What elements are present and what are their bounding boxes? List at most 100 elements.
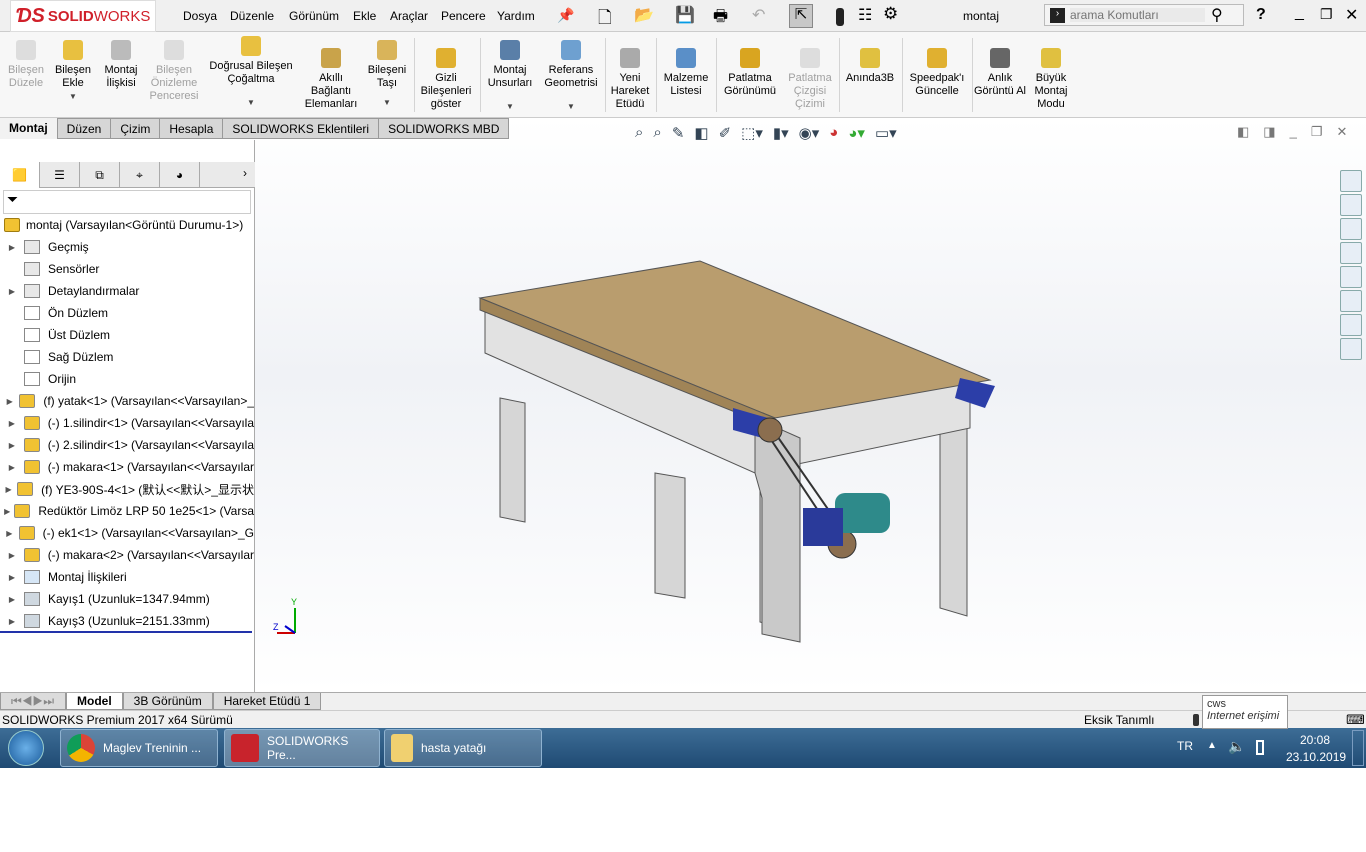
propertymanager-tab-icon[interactable]: ☰ (40, 162, 80, 188)
tree-item[interactable]: Ön Düzlem (0, 302, 254, 324)
help-button[interactable]: ? (1256, 6, 1266, 24)
tab-hareket-etudu[interactable]: Hareket Etüdü 1 (212, 693, 322, 710)
restore-button[interactable]: ❐ (1320, 6, 1333, 23)
filter-icon[interactable]: ⏷ (3, 190, 251, 214)
tab-montaj[interactable]: Montaj (0, 118, 57, 139)
tree-item[interactable]: ▶ Kayış1 (Uzunluk=1347.94mm) (0, 588, 254, 610)
tree-item[interactable]: Üst Düzlem (0, 324, 254, 346)
new-document-icon[interactable]: 🗋 (598, 5, 612, 34)
ribbon-speedpak[interactable]: Speedpak'ı Güncelle (904, 48, 970, 98)
tab-cizim[interactable]: Çizim (111, 118, 161, 139)
search-icon[interactable]: ⚲ (1211, 5, 1223, 25)
tab-model[interactable]: Model (66, 693, 123, 710)
tab-3b-gorunum[interactable]: 3B Görünüm (122, 693, 213, 710)
search-box[interactable]: › ⚲ (1044, 4, 1244, 26)
forum-icon[interactable] (1340, 338, 1362, 360)
tree-item[interactable]: ▶ (-) makara<1> (Varsayılan<<Varsayılar (0, 456, 254, 478)
options-gear-icon[interactable]: ⚙ (883, 4, 898, 24)
taskbar-folder[interactable]: hasta yatağı (384, 729, 542, 767)
expand-arrow-icon[interactable]: ▶ (0, 463, 24, 472)
rebuild-icon[interactable] (836, 8, 844, 26)
ribbon-yeni-hareket-etudu[interactable]: Yeni Hareket Etüdü (607, 48, 653, 111)
ribbon-buyuk-montaj[interactable]: Büyük Montaj Modu (1028, 48, 1074, 111)
language-indicator[interactable]: TR (1177, 739, 1193, 753)
display-manager-tab-icon[interactable]: ◕ (160, 162, 200, 188)
tree-item[interactable]: ▶ (-) 2.silindir<1> (Varsayılan<<Varsayıl… (0, 434, 254, 456)
menu-araclar[interactable]: Araçlar (390, 9, 428, 23)
close-button[interactable]: ✕ (1345, 5, 1358, 25)
ribbon-dogrusal-cogaltma[interactable]: Doğrusal Bileşen Çoğaltma ▼ (204, 36, 298, 109)
ribbon-bilesen-ekle[interactable]: Bileşen Ekle ▼ (50, 40, 96, 103)
undo-icon[interactable]: ↶ (752, 5, 765, 25)
save-icon[interactable]: 💾 (675, 5, 695, 25)
tree-item[interactable]: ▶ (f) yatak<1> (Varsayılan<<Varsayılan>_ (0, 390, 254, 412)
taskbar-chrome[interactable]: Maglev Treninin ... (60, 729, 218, 767)
menu-pencere[interactable]: Pencere (441, 9, 486, 23)
tree-item[interactable]: ▶ (f) YE3-90S-4<1> (默认<<默认>_显示状 (0, 478, 254, 500)
home-icon[interactable] (1340, 170, 1362, 192)
expand-arrow-icon[interactable]: ▶ (0, 243, 24, 252)
clock-date[interactable]: 23.10.2019 (1286, 750, 1346, 764)
tab-mbd[interactable]: SOLIDWORKS MBD (379, 118, 510, 139)
solidworks-resources-icon[interactable] (1340, 314, 1362, 336)
expand-arrow-icon[interactable]: ▶ (0, 419, 24, 428)
tree-item[interactable]: Orijin (0, 368, 254, 390)
show-hidden-icons[interactable]: ▲ (1207, 740, 1217, 751)
tree-item[interactable]: Sensörler (0, 258, 254, 280)
tab-eklentiler[interactable]: SOLIDWORKS Eklentileri (223, 118, 380, 139)
search-input[interactable] (1070, 8, 1205, 22)
ribbon-gizli-bilesenler[interactable]: Gizli Bileşenleri göster (416, 48, 476, 111)
conveyor-model[interactable]: Y Z (255, 118, 1366, 692)
appearances-icon[interactable] (1340, 266, 1362, 288)
file-properties-icon[interactable]: ☷ (858, 5, 872, 25)
ribbon-akilli-baglanti[interactable]: Akıllı Bağlantı Elemanları (300, 48, 362, 111)
ribbon-bilesen-onizleme[interactable]: Bileşen Önizleme Penceresi (146, 40, 202, 103)
expand-arrow-icon[interactable]: ▶ (0, 573, 24, 582)
featuremanager-tab-icon[interactable]: 🟨 (0, 162, 40, 188)
expand-arrow-icon[interactable]: ▶ (0, 287, 24, 296)
ribbon-bilesen-duzele[interactable]: Bileşen Düzele (4, 40, 48, 90)
menu-duzenle[interactable]: Düzenle (230, 9, 274, 23)
clock-time[interactable]: 20:08 (1300, 733, 1330, 747)
ribbon-montaj-unsurlari[interactable]: Montaj Unsurları ▼ (484, 40, 536, 113)
pin-icon[interactable]: 📌 (557, 7, 574, 24)
tree-item[interactable]: ▶ Geçmiş (0, 236, 254, 258)
traffic-light-icon[interactable] (1193, 714, 1199, 726)
expand-arrow-icon[interactable]: ▶ (0, 617, 24, 626)
tree-item[interactable]: ▶ Redüktör Limöz LRP 50 1e25<1> (Varsa (0, 500, 254, 522)
design-library-icon[interactable] (1340, 194, 1362, 216)
ribbon-aninda3b[interactable]: Anında3B (841, 48, 899, 85)
tree-item[interactable]: ▶ (-) makara<2> (Varsayılan<<Varsayılar (0, 544, 254, 566)
open-icon[interactable]: 📂 (634, 5, 654, 25)
customize-icon[interactable]: ⌨ (1346, 711, 1365, 729)
minimize-button[interactable]: _ (1295, 4, 1304, 22)
print-icon[interactable]: 🖶 (713, 5, 728, 32)
view-palette-icon[interactable] (1340, 242, 1362, 264)
tree-item[interactable]: ▶ Kayış3 (Uzunluk=2151.33mm) (0, 610, 254, 632)
configurationmanager-tab-icon[interactable]: ⧉ (80, 162, 120, 188)
show-desktop-button[interactable] (1352, 730, 1364, 766)
tab-hesapla[interactable]: Hesapla (160, 118, 224, 139)
file-explorer-icon[interactable] (1340, 218, 1362, 240)
tree-item[interactable]: ▶ (-) 1.silindir<1> (Varsayılan<<Varsayıl… (0, 412, 254, 434)
ribbon-patlatma-gorunumu[interactable]: Patlatma Görünümü (718, 48, 782, 98)
expand-arrow-icon[interactable]: ▶ (0, 441, 24, 450)
tab-duzen[interactable]: Düzen (56, 118, 112, 139)
tree-root[interactable]: montaj (Varsayılan<Görüntü Durumu-1>) (0, 214, 254, 236)
start-button[interactable] (8, 730, 44, 766)
menu-ekle[interactable]: Ekle (353, 9, 376, 23)
ribbon-patlatma-cizgisi[interactable]: Patlatma Çizgisi Çizimi (784, 48, 836, 111)
ribbon-montaj-iliskisi[interactable]: Montaj İlişkisi (98, 40, 144, 90)
solidworks-logo[interactable]: ƊS SOLID WORKS (10, 0, 156, 32)
expand-arrow-icon[interactable]: ▶ (0, 397, 19, 406)
panel-tabs-more-icon[interactable]: › (235, 162, 255, 187)
menu-dosya[interactable]: Dosya (183, 9, 217, 23)
tab-scroll-arrows[interactable]: ⏮◀▶⏭ (0, 693, 66, 710)
battery-icon[interactable] (1256, 740, 1264, 755)
menu-gorunum[interactable]: Görünüm (289, 9, 339, 23)
menu-yardim[interactable]: Yardım (497, 9, 535, 23)
tree-item[interactable]: ▶ Detaylandırmalar (0, 280, 254, 302)
custom-properties-icon[interactable] (1340, 290, 1362, 312)
volume-icon[interactable]: 🔈 (1228, 738, 1245, 755)
ribbon-malzeme-listesi[interactable]: Malzeme Listesi (660, 48, 712, 98)
